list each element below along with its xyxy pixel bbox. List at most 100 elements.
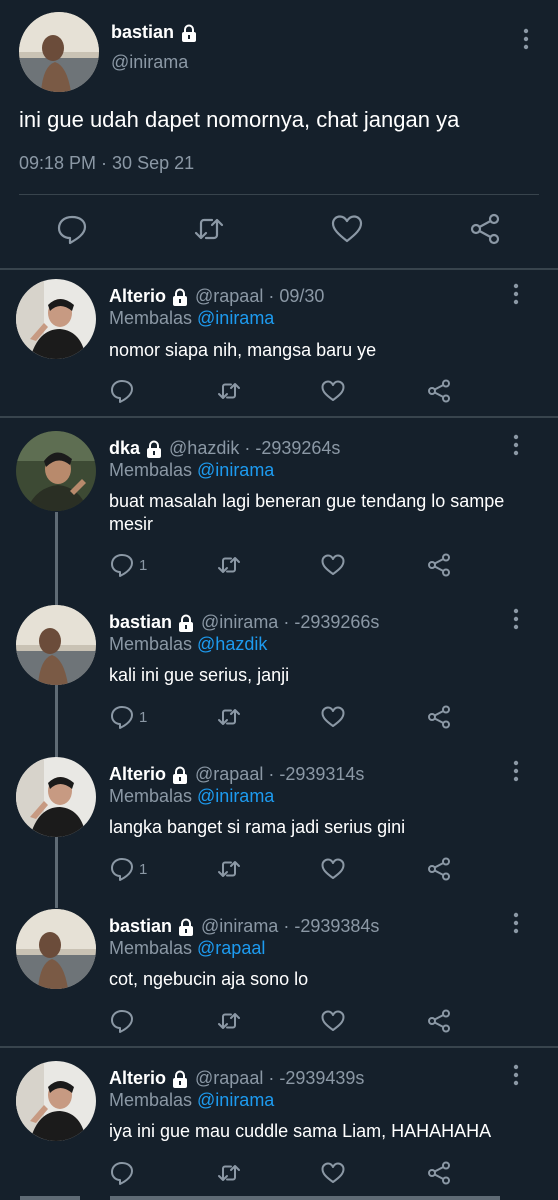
reply-icon[interactable] (109, 704, 135, 730)
more-icon[interactable] (504, 1063, 528, 1087)
author-name[interactable]: dka (109, 438, 140, 459)
more-icon[interactable] (504, 282, 528, 306)
reply-text: cot, ngebucin aja sono lo (109, 968, 539, 991)
more-icon[interactable] (504, 911, 528, 935)
retweet-icon[interactable] (216, 1160, 242, 1186)
reply-icon[interactable] (109, 552, 135, 578)
like-icon[interactable] (320, 378, 346, 404)
like-icon[interactable] (320, 856, 346, 882)
avatar[interactable] (16, 909, 96, 989)
replying-handle-link[interactable]: @inirama (197, 786, 274, 806)
replying-handle-link[interactable]: @inirama (197, 1090, 274, 1110)
author-name-row[interactable]: bastian (111, 22, 198, 43)
reply-tweet[interactable]: bastian @inirama · -2939384s Membalas @r… (0, 898, 558, 1046)
retweet-icon[interactable] (192, 212, 226, 246)
reply-header: Alterio @rapaal · -2939439s (109, 1068, 364, 1089)
author-name[interactable]: bastian (111, 22, 174, 43)
replying-label: Membalas (109, 308, 198, 328)
like-icon[interactable] (330, 212, 364, 246)
author-handle[interactable]: @inirama (201, 612, 278, 633)
share-icon[interactable] (426, 552, 452, 578)
lock-icon (177, 614, 195, 632)
replying-handle-link[interactable]: @inirama (197, 308, 274, 328)
retweet-icon[interactable] (216, 552, 242, 578)
author-name[interactable]: Alterio (109, 286, 166, 307)
author-handle[interactable]: @inirama (111, 52, 188, 73)
author-name[interactable]: Alterio (109, 764, 166, 785)
reply-text-line: nomor siapa nih, mangsa baru ye (109, 340, 377, 360)
reply-icon[interactable] (109, 378, 135, 404)
reply-time: · -2939264s (244, 438, 341, 458)
reply-actions (0, 378, 558, 408)
like-icon[interactable] (320, 1160, 346, 1186)
lock-icon (145, 440, 163, 458)
reply-text: iya ini gue mau cuddle sama Liam, HAHAHA… (109, 1120, 539, 1143)
reply-header: dka @hazdik · -2939264s (109, 438, 340, 459)
reply-actions: 1 (0, 552, 558, 582)
like-icon[interactable] (320, 552, 346, 578)
retweet-icon[interactable] (216, 1008, 242, 1034)
retweet-icon[interactable] (216, 856, 242, 882)
reply-icon[interactable] (55, 212, 89, 246)
like-icon[interactable] (320, 704, 346, 730)
reply-actions: 1 (0, 704, 558, 734)
avatar[interactable] (16, 1061, 96, 1141)
author-name[interactable]: bastian (109, 916, 172, 937)
reply-count: 1 (139, 861, 148, 878)
share-icon[interactable] (468, 212, 502, 246)
replying-handle-link[interactable]: @hazdik (197, 634, 267, 654)
author-handle[interactable]: @inirama (201, 916, 278, 937)
replying-label: Membalas (109, 634, 198, 654)
like-icon[interactable] (320, 1008, 346, 1034)
share-icon[interactable] (426, 378, 452, 404)
reply-text-line: langka banget si rama jadi serius gini (109, 817, 406, 837)
replying-handle-link[interactable]: @rapaal (197, 938, 265, 958)
reply-tweet[interactable]: Alterio @rapaal · -2939439s Membalas @in… (0, 1048, 558, 1194)
replying-label: Membalas (109, 460, 198, 480)
reply-actions: 1 (0, 856, 558, 886)
replying-label: Membalas (109, 1090, 198, 1110)
main-tweet: bastian @inirama ini gue udah dapet nomo… (0, 0, 558, 268)
reply-text-line: kali ini gue serius, janji (109, 665, 290, 685)
share-icon[interactable] (426, 1008, 452, 1034)
retweet-icon[interactable] (216, 378, 242, 404)
avatar[interactable] (19, 12, 99, 92)
more-icon[interactable] (514, 27, 538, 51)
reply-text-line: iya ini gue mau cuddle sama Liam, HAHAHA… (109, 1121, 492, 1141)
reply-icon[interactable] (109, 1160, 135, 1186)
reply-tweet[interactable]: Alterio @rapaal · -2939314s Membalas @in… (0, 746, 558, 898)
share-icon[interactable] (426, 1160, 452, 1186)
avatar[interactable] (16, 431, 96, 511)
author-handle[interactable]: @rapaal (195, 1068, 263, 1089)
retweet-icon[interactable] (216, 704, 242, 730)
author-name[interactable]: bastian (109, 612, 172, 633)
reply-icon[interactable] (109, 856, 135, 882)
replying-handle-link[interactable]: @inirama (197, 460, 274, 480)
lock-icon (171, 1070, 189, 1088)
reply-tweet[interactable]: dka @hazdik · -2939264s Membalas @iniram… (0, 418, 558, 594)
reply-tweet[interactable]: bastian @inirama · -2939266s Membalas @h… (0, 594, 558, 746)
more-icon[interactable] (504, 433, 528, 457)
share-icon[interactable] (426, 856, 452, 882)
author-handle[interactable]: @rapaal (195, 764, 263, 785)
share-icon[interactable] (426, 704, 452, 730)
reply-text: buat masalah lagi beneran gue tendang lo… (109, 490, 539, 536)
author-handle[interactable]: @hazdik (169, 438, 239, 459)
more-icon[interactable] (504, 607, 528, 631)
author-handle[interactable]: @rapaal (195, 286, 263, 307)
reply-time: · 09/30 (268, 286, 325, 306)
reply-tweet[interactable]: Alterio @rapaal · 09/30 Membalas @iniram… (0, 270, 558, 416)
replying-to: Membalas @rapaal (109, 938, 265, 959)
tweet-actions (0, 210, 558, 254)
avatar[interactable] (16, 279, 96, 359)
reply-text: langka banget si rama jadi serius gini (109, 816, 539, 839)
tweet-text: ini gue udah dapet nomornya, chat jangan… (19, 107, 460, 132)
avatar[interactable] (16, 605, 96, 685)
avatar[interactable] (16, 757, 96, 837)
reply-header: Alterio @rapaal · 09/30 (109, 286, 324, 307)
more-icon[interactable] (504, 759, 528, 783)
reply-text-line: cot, ngebucin aja sono lo (109, 969, 309, 989)
author-name[interactable]: Alterio (109, 1068, 166, 1089)
reply-icon[interactable] (109, 1008, 135, 1034)
tweet-timestamp: 09:18 PM · 30 Sep 21 (19, 153, 195, 173)
